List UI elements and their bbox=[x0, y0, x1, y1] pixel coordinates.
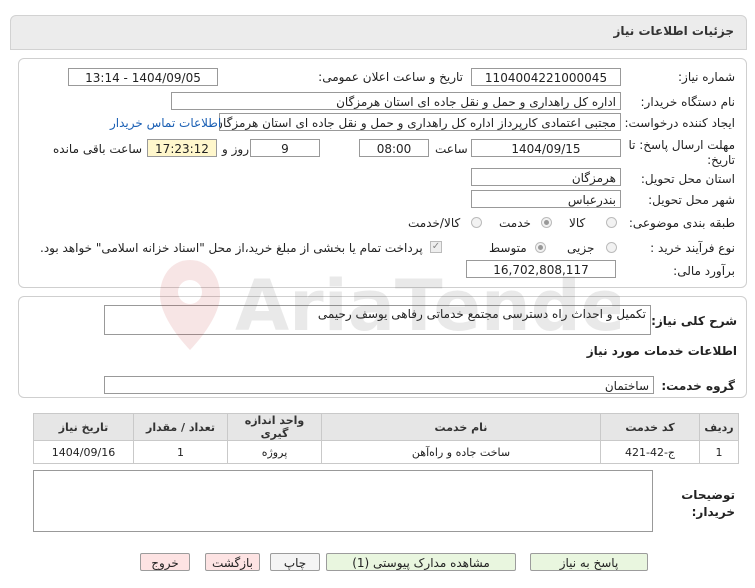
category-service-label: خدمت bbox=[499, 216, 531, 230]
category-both-radio[interactable] bbox=[471, 217, 482, 228]
exit-button[interactable]: خروج bbox=[140, 553, 190, 571]
city-field: بندرعباس bbox=[471, 190, 621, 208]
summary-field: تکمیل و احداث راه دسترسی مجتمع خدماتی رف… bbox=[104, 305, 651, 335]
print-button[interactable]: چاپ bbox=[270, 553, 320, 571]
deadline-label-2: تاریخ: bbox=[707, 153, 735, 167]
payment-checkbox[interactable]: ✓ bbox=[430, 241, 442, 253]
buyer-notes-label: توضیحات bbox=[681, 488, 735, 502]
payment-note: پرداخت تمام یا بخشی از مبلغ خرید،از محل … bbox=[40, 241, 423, 255]
remaining-label: ساعت باقی مانده bbox=[53, 142, 143, 156]
table-cell-service-name: ساخت جاده و راه‌آهن bbox=[321, 440, 601, 464]
deadline-date-field: 1404/09/15 bbox=[471, 139, 621, 157]
table-cell-need-date: 1404/09/16 bbox=[33, 440, 134, 464]
announce-field: 1404/09/05 - 13:14 bbox=[68, 68, 218, 86]
category-goods-label: کالا bbox=[569, 216, 586, 230]
category-both-label: کالا/خدمت bbox=[408, 216, 461, 230]
process-minor-radio[interactable] bbox=[606, 242, 617, 253]
process-label: نوع فرآیند خرید : bbox=[650, 241, 735, 255]
table-cell-service-code: ج-42-421 bbox=[600, 440, 700, 464]
column-header: تعداد / مقدار bbox=[133, 413, 228, 441]
creator-label: ایجاد کننده درخواست: bbox=[624, 116, 735, 130]
days-label: روز و bbox=[222, 142, 249, 156]
estimate-field: 16,702,808,117 bbox=[466, 260, 616, 278]
buyer-notes-field bbox=[33, 470, 653, 532]
column-header: واحد اندازه گیری bbox=[227, 413, 322, 441]
buyer-org-field: اداره کل راهداری و حمل و نقل جاده ای است… bbox=[171, 92, 621, 110]
category-service-radio[interactable] bbox=[541, 217, 552, 228]
table-cell-quantity: 1 bbox=[133, 440, 228, 464]
table-cell-unit: پروژه bbox=[227, 440, 322, 464]
need-number-field: 1104004221000045 bbox=[471, 68, 621, 86]
table-header-row: ردیف کد خدمت نام خدمت واحد اندازه گیری ت… bbox=[33, 413, 739, 441]
category-goods-radio[interactable] bbox=[606, 217, 617, 228]
process-minor-label: جزیی bbox=[567, 241, 595, 255]
remaining-time-field: 17:23:12 bbox=[147, 139, 217, 157]
buyer-notes-label-2: خریدار: bbox=[691, 505, 735, 519]
buyer-org-label: نام دستگاه خریدار: bbox=[640, 95, 736, 109]
table-row: 1 ج-42-421 ساخت جاده و راه‌آهن پروژه 1 1… bbox=[33, 440, 739, 464]
service-group-label: گروه خدمت: bbox=[661, 379, 735, 393]
need-number-label: شماره نیاز: bbox=[678, 70, 735, 84]
service-group-field: ساختمان bbox=[104, 376, 654, 394]
days-field: 9 bbox=[250, 139, 320, 157]
category-label: طبقه بندی موضوعی: bbox=[628, 216, 735, 230]
summary-label: شرح کلی نیاز: bbox=[651, 314, 737, 328]
city-label: شهر محل تحویل: bbox=[648, 193, 735, 207]
province-field: هرمزگان bbox=[471, 168, 621, 186]
deadline-time-field: 08:00 bbox=[359, 139, 429, 157]
announce-label: تاریخ و ساعت اعلان عمومی: bbox=[318, 70, 463, 84]
creator-field: مجتبی اعتمادی کارپرداز اداره کل راهداری … bbox=[219, 113, 621, 131]
table-cell-row-number: 1 bbox=[699, 440, 739, 464]
deadline-time-label: ساعت bbox=[435, 142, 468, 156]
column-header: ردیف bbox=[699, 413, 739, 441]
buyer-contact-link[interactable]: اطلاعات تماس خریدار bbox=[110, 116, 221, 130]
services-table: ردیف کد خدمت نام خدمت واحد اندازه گیری ت… bbox=[33, 413, 739, 464]
attachments-button[interactable]: مشاهده مدارک پیوستی (1) bbox=[326, 553, 516, 571]
reply-button[interactable]: پاسخ به نیاز bbox=[530, 553, 648, 571]
page-header: جزئیات اطلاعات نیاز bbox=[10, 15, 747, 50]
column-header: تاریخ نیاز bbox=[33, 413, 134, 441]
deadline-label: مهلت ارسال پاسخ: تا bbox=[628, 138, 735, 152]
column-header: نام خدمت bbox=[321, 413, 601, 441]
page-title: جزئیات اطلاعات نیاز bbox=[613, 24, 734, 38]
column-header: کد خدمت bbox=[600, 413, 700, 441]
services-section-title: اطلاعات خدمات مورد نیاز bbox=[586, 344, 737, 358]
back-button[interactable]: بازگشت bbox=[205, 553, 260, 571]
estimate-label: برآورد مالی: bbox=[673, 264, 735, 278]
province-label: استان محل تحویل: bbox=[640, 172, 735, 186]
process-medium-radio[interactable] bbox=[535, 242, 546, 253]
process-medium-label: متوسط bbox=[489, 241, 527, 255]
